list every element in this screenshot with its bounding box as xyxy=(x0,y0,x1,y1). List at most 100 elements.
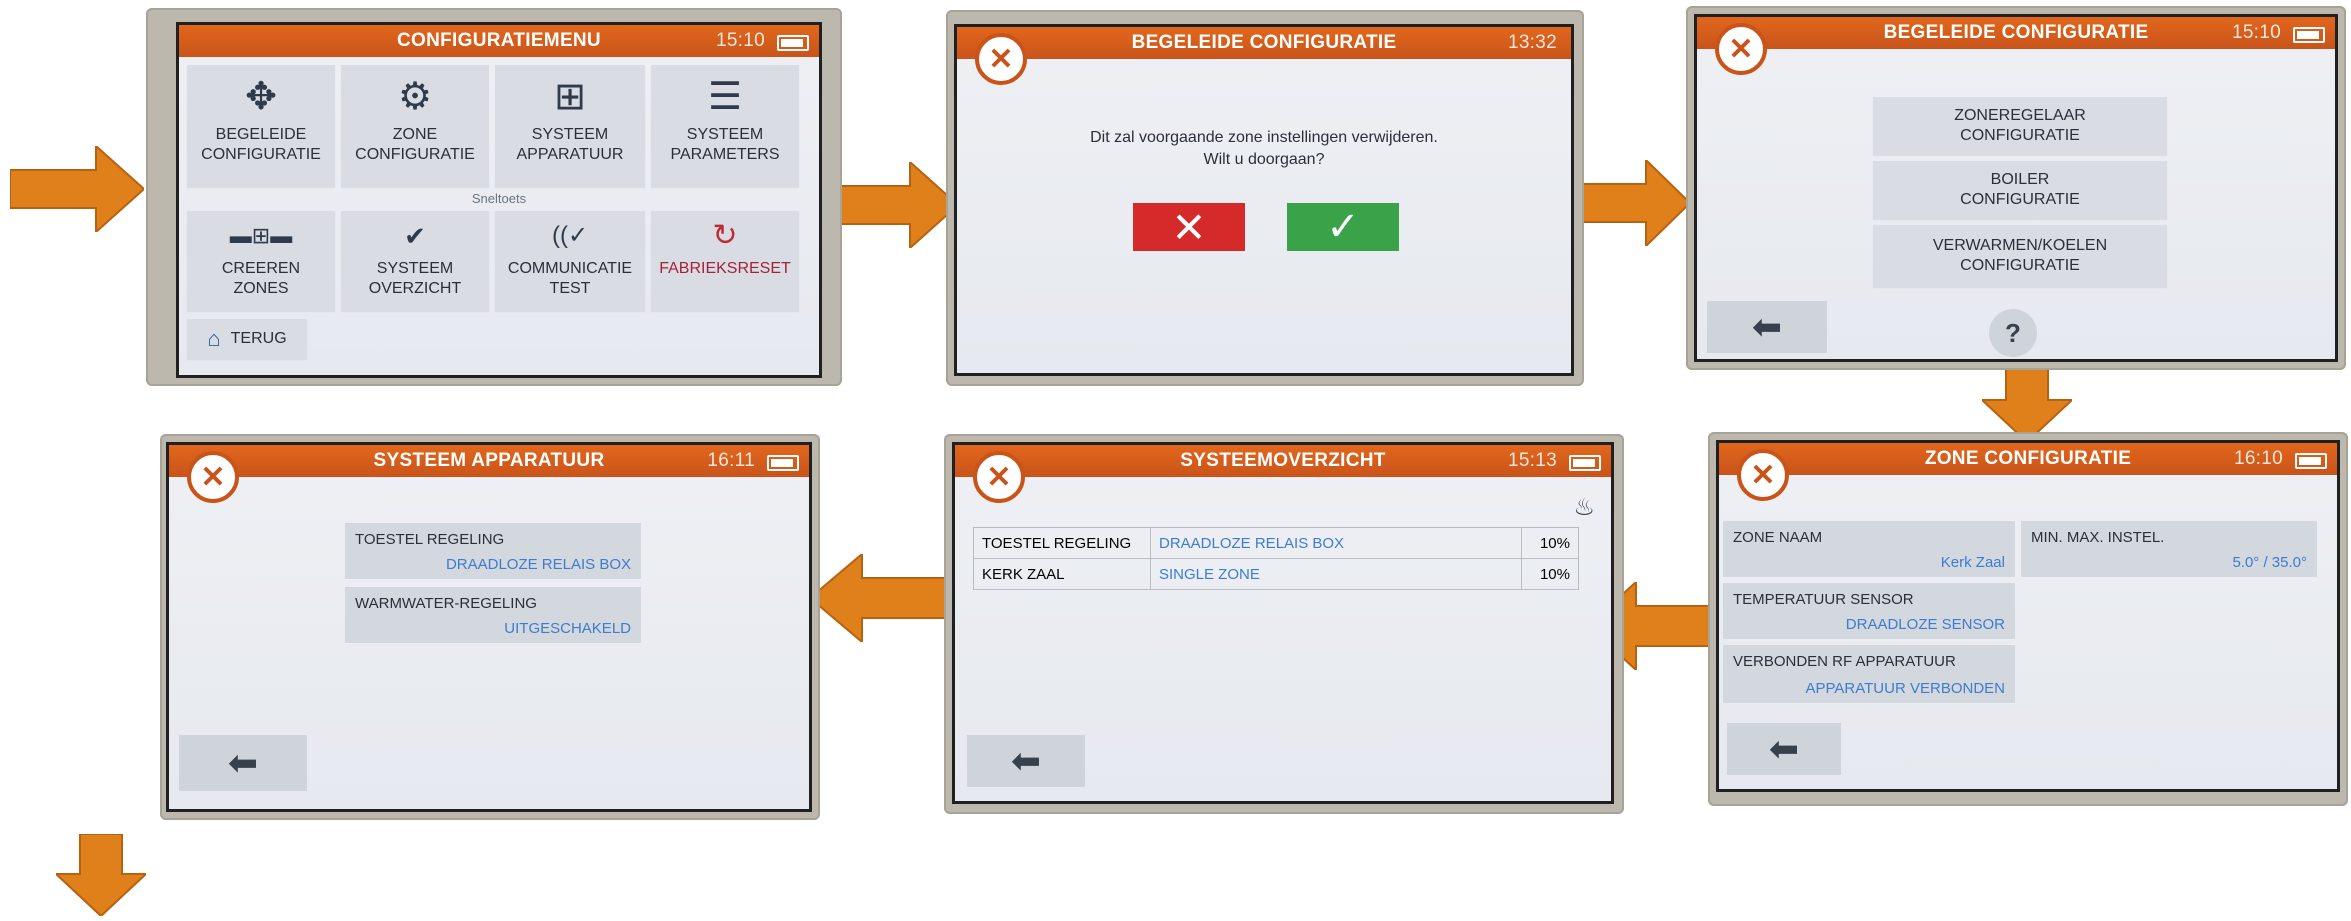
flow-arrow-left-2 xyxy=(810,554,946,642)
screen-title: ZONE CONFIGURATIE xyxy=(1924,448,2132,469)
tile-system-overview[interactable]: ✔ SYSTEEM OVERZICHT xyxy=(341,211,489,311)
battery-icon xyxy=(1569,455,1601,471)
option-zone-controller-config[interactable]: ZONEREGELAAR CONFIGURATIE xyxy=(1873,97,2167,155)
create-zones-icon: ▬⊞▬ xyxy=(229,223,293,248)
option-label: BOILER xyxy=(1990,171,2050,188)
row-zone-name[interactable]: ZONE NAAM Kerk Zaal xyxy=(1723,521,2015,577)
tile-label: TEST xyxy=(549,280,591,297)
message-line: Wilt u doorgaan? xyxy=(1203,151,1325,168)
row-value: Kerk Zaal xyxy=(1940,554,2005,571)
tile-label: COMMUNICATIE xyxy=(507,260,633,277)
battery-icon xyxy=(767,455,799,471)
back-button[interactable]: ⌂ TERUG xyxy=(187,319,307,359)
back-button[interactable]: ⬅ xyxy=(179,735,307,791)
flame-icon: ♨ xyxy=(1573,494,1595,521)
tile-create-zones[interactable]: ▬⊞▬ CREEREN ZONES xyxy=(187,211,335,311)
screen-title: CONFIGURATIEMENU xyxy=(397,30,601,51)
reset-icon: ↻ xyxy=(712,219,738,252)
tile-label: FABRIEKSRESET xyxy=(659,260,791,277)
title-bar: BEGELEIDE CONFIGURATIE 15:10 xyxy=(1697,17,2335,49)
tile-factory-reset[interactable]: ↻ FABRIEKSRESET xyxy=(651,211,799,311)
tile-system-devices[interactable]: ⊞ SYSTEEM APPARATUUR xyxy=(495,65,645,187)
row-appliance-control[interactable]: TOESTEL REGELING DRAADLOZE RELAIS BOX xyxy=(345,523,641,579)
table-row[interactable]: KERK ZAAL SINGLE ZONE 10% xyxy=(973,558,1579,590)
tile-zone-configuration[interactable]: ⚙ ZONE CONFIGURATIE xyxy=(341,65,489,187)
network-devices-icon: ⊞ xyxy=(554,76,586,118)
flow-arrow-right-1 xyxy=(10,146,144,232)
row-value: APPARATUUR VERBONDEN xyxy=(1805,680,2005,697)
flow-arrow-right-3 xyxy=(1582,160,1690,246)
confirm-button[interactable]: ✓ xyxy=(1287,203,1399,251)
table-cell: KERK ZAAL xyxy=(973,558,1151,590)
screen-guided-confirm: BEGELEIDE CONFIGURATIE 13:32 ✕ Dit zal v… xyxy=(946,10,1584,386)
tile-label: ZONE xyxy=(392,126,438,143)
back-button[interactable]: ⬅ xyxy=(967,735,1085,787)
flow-arrow-down-2 xyxy=(56,834,146,916)
screen-system-devices: SYSTEEM APPARATUUR 16:11 ✕ TOESTEL REGEL… xyxy=(160,434,820,820)
table-row[interactable]: TOESTEL REGELING DRAADLOZE RELAIS BOX 10… xyxy=(973,527,1579,559)
row-value: UITGESCHAKELD xyxy=(504,620,631,637)
tile-label: ZONES xyxy=(233,280,289,297)
arrow-left-icon: ⬅ xyxy=(1010,740,1042,781)
row-connected-rf-devices[interactable]: VERBONDEN RF APPARATUUR APPARATUUR VERBO… xyxy=(1723,645,2015,703)
confirm-message: Dit zal voorgaande zone instellingen ver… xyxy=(957,127,1571,171)
title-bar: SYSTEEMOVERZICHT 15:13 xyxy=(955,445,1611,477)
row-temperature-sensor[interactable]: TEMPERATUUR SENSOR DRAADLOZE SENSOR xyxy=(1723,583,2015,639)
tile-communication-test[interactable]: ((✓ COMMUNICATIE TEST xyxy=(495,211,645,311)
wrench-logo-icon: ✕ xyxy=(975,33,1027,85)
tile-label: BEGELEIDE xyxy=(215,126,307,143)
clock: 16:10 xyxy=(2233,448,2283,469)
option-label: CONFIGURATIE xyxy=(1960,191,2080,208)
flow-arrow-right-2 xyxy=(830,162,958,248)
screen-system-overview: SYSTEEMOVERZICHT 15:13 ✕ ♨ TOESTEL REGEL… xyxy=(944,434,1624,814)
row-min-max-setting[interactable]: MIN. MAX. INSTEL. 5.0° / 35.0° xyxy=(2021,521,2317,577)
screen-title: BEGELEIDE CONFIGURATIE xyxy=(1131,32,1397,53)
title-bar: CONFIGURATIEMENU 15:10 xyxy=(179,25,819,57)
arrow-left-icon: ⬅ xyxy=(1768,728,1800,769)
title-bar: ZONE CONFIGURATIE 16:10 xyxy=(1719,443,2337,475)
help-button[interactable]: ? xyxy=(1989,309,2037,357)
back-button[interactable]: ⬅ xyxy=(1707,301,1827,353)
wrench-logo-icon: ✕ xyxy=(1737,449,1789,501)
tile-label: CONFIGURATIE xyxy=(201,146,321,163)
tile-label: CONFIGURATIE xyxy=(355,146,475,163)
battery-icon xyxy=(777,35,809,51)
tile-label: PARAMETERS xyxy=(670,146,780,163)
clock: 15:10 xyxy=(715,30,765,51)
clock: 16:11 xyxy=(707,450,755,471)
row-value: DRAADLOZE SENSOR xyxy=(1845,616,2005,633)
row-value: 5.0° / 35.0° xyxy=(2232,554,2307,571)
cancel-button[interactable]: ✕ xyxy=(1133,203,1245,251)
tile-label: SYSTEEM xyxy=(376,260,454,277)
zone-gear-icon: ⚙ xyxy=(397,76,433,118)
row-key: MIN. MAX. INSTEL. xyxy=(2031,529,2165,546)
help-icon: ? xyxy=(2005,317,2021,348)
tile-label: SYSTEEM xyxy=(686,126,764,143)
row-hot-water-control[interactable]: WARMWATER-REGELING UITGESCHAKELD xyxy=(345,587,641,643)
tile-guided-configuration[interactable]: ✥ BEGELEIDE CONFIGURATIE xyxy=(187,65,335,187)
signal-check-icon: ((✓ xyxy=(551,222,589,249)
home-icon: ⌂ xyxy=(207,326,221,351)
battery-icon xyxy=(2295,453,2327,469)
wrench-logo-icon: ✕ xyxy=(973,451,1025,503)
row-key: ZONE NAAM xyxy=(1733,529,1823,546)
tile-system-parameters[interactable]: ☰ SYSTEEM PARAMETERS xyxy=(651,65,799,187)
overview-table: TOESTEL REGELING DRAADLOZE RELAIS BOX 10… xyxy=(973,527,1579,590)
table-cell: TOESTEL REGELING xyxy=(973,527,1151,559)
back-button[interactable]: ⬅ xyxy=(1727,723,1841,775)
screen-title: SYSTEEM APPARATUUR xyxy=(373,450,605,471)
option-label: CONFIGURATIE xyxy=(1960,127,2080,144)
check-icon: ✓ xyxy=(1326,205,1360,249)
tile-label: APPARATUUR xyxy=(516,146,624,163)
option-boiler-config[interactable]: BOILER CONFIGURATIE xyxy=(1873,161,2167,219)
wrench-logo-icon: ✕ xyxy=(187,451,239,503)
wrench-wand-icon: ✥ xyxy=(245,76,277,118)
tile-label: OVERZICHT xyxy=(368,280,462,297)
screen-guided-menu: BEGELEIDE CONFIGURATIE 15:10 ✕ ZONEREGEL… xyxy=(1686,6,2346,370)
option-heating-cooling-config[interactable]: VERWARMEN/KOELEN CONFIGURATIE xyxy=(1873,225,2167,287)
row-key: VERBONDEN RF APPARATUUR xyxy=(1733,653,1956,670)
row-key: TOESTEL REGELING xyxy=(355,531,505,548)
wrench-logo-icon: ✕ xyxy=(1715,23,1767,75)
tile-label: CREEREN xyxy=(221,260,301,277)
row-key: WARMWATER-REGELING xyxy=(355,595,537,612)
